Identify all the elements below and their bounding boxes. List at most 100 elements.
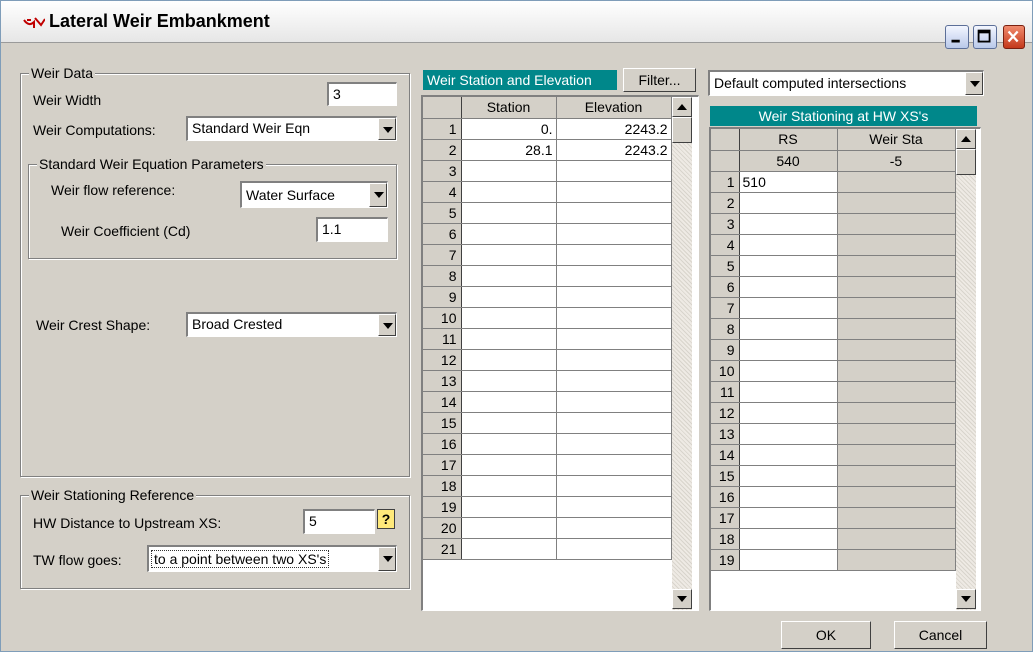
table-row[interactable]: 15 — [711, 465, 956, 487]
table-row[interactable]: 17 — [711, 507, 956, 529]
table-row[interactable]: 8 — [711, 318, 956, 340]
station-cell[interactable] — [461, 412, 557, 434]
elevation-cell[interactable] — [556, 181, 672, 203]
table-row[interactable]: 1 0. 2243.2 — [423, 118, 672, 140]
elevation-cell[interactable] — [556, 433, 672, 455]
cancel-button[interactable]: Cancel — [894, 621, 987, 649]
flow-reference-select[interactable]: Water Surface — [240, 181, 388, 208]
station-cell[interactable] — [461, 286, 557, 308]
hw-distance-input[interactable]: 5 — [303, 509, 375, 534]
station-cell[interactable] — [461, 475, 557, 497]
weir-sta-cell[interactable] — [837, 402, 956, 424]
elevation-cell[interactable] — [556, 223, 672, 245]
weir-sta-cell[interactable] — [837, 360, 956, 382]
station-elevation-table[interactable]: Station Elevation 1 0. 2243.2 2 28.1 2243.2 3 4 5 6… — [421, 95, 699, 611]
station-elevation-scrollbar[interactable] — [672, 97, 692, 610]
rs-cell[interactable] — [739, 402, 838, 424]
scroll-up-icon[interactable] — [672, 97, 692, 117]
chevron-down-icon[interactable] — [369, 183, 387, 207]
elevation-cell[interactable] — [556, 496, 672, 518]
table-row[interactable]: 12 — [423, 349, 672, 371]
station-cell[interactable] — [461, 349, 557, 371]
table-row[interactable]: 9 — [423, 286, 672, 308]
help-icon[interactable]: ? — [377, 509, 395, 529]
weir-sta-cell[interactable] — [837, 465, 956, 487]
station-cell[interactable] — [461, 454, 557, 476]
tw-flow-select[interactable]: to a point between two XS's — [147, 545, 397, 572]
rs-cell[interactable] — [739, 465, 838, 487]
elevation-cell[interactable] — [556, 160, 672, 182]
table-row[interactable]: 2 28.1 2243.2 — [423, 139, 672, 161]
rs-cell[interactable] — [739, 528, 838, 550]
elevation-cell[interactable] — [556, 412, 672, 434]
weir-sta-cell[interactable] — [837, 507, 956, 529]
table-row[interactable]: 19 — [711, 549, 956, 571]
station-cell[interactable] — [461, 265, 557, 287]
intersection-mode-select[interactable]: Default computed intersections — [708, 70, 984, 96]
rs-cell[interactable] — [739, 318, 838, 340]
weir-sta-cell[interactable] — [837, 276, 956, 298]
rs-cell[interactable] — [739, 255, 838, 277]
elevation-cell[interactable] — [556, 202, 672, 224]
table-row[interactable]: 18 — [423, 475, 672, 497]
weir-coefficient-input[interactable]: 1.1 — [316, 217, 388, 242]
ok-button[interactable]: OK — [781, 621, 871, 649]
table-row[interactable]: 16 — [711, 486, 956, 508]
station-cell[interactable] — [461, 391, 557, 413]
weir-sta-cell[interactable] — [837, 318, 956, 340]
station-cell[interactable] — [461, 181, 557, 203]
station-cell[interactable] — [461, 202, 557, 224]
weir-sta-cell[interactable] — [837, 192, 956, 214]
elevation-cell[interactable] — [556, 349, 672, 371]
elevation-cell[interactable] — [556, 328, 672, 350]
weir-sta-cell[interactable] — [837, 549, 956, 571]
table-row[interactable]: 11 — [711, 381, 956, 403]
rs-cell[interactable] — [739, 486, 838, 508]
weir-sta-cell[interactable] — [837, 339, 956, 361]
chevron-down-icon[interactable] — [378, 547, 396, 571]
elevation-cell[interactable] — [556, 475, 672, 497]
hw-stationing-table[interactable]: RS Weir Sta 540 -5 1 510 2 3 4 5 6 7 8 9 10 11 12 13 14 15 1… — [709, 127, 981, 611]
scroll-thumb[interactable] — [672, 117, 692, 143]
table-row[interactable]: 5 — [711, 255, 956, 277]
rs-cell[interactable] — [739, 339, 838, 361]
weir-sta-cell[interactable] — [837, 171, 956, 193]
table-row[interactable]: 17 — [423, 454, 672, 476]
table-row[interactable]: 1 510 — [711, 171, 956, 193]
scroll-thumb[interactable] — [956, 149, 976, 175]
table-row[interactable]: 7 — [423, 244, 672, 266]
rs-cell[interactable] — [739, 360, 838, 382]
elevation-cell[interactable] — [556, 517, 672, 539]
station-cell[interactable] — [461, 517, 557, 539]
station-cell[interactable]: 28.1 — [461, 139, 557, 161]
weir-computations-select[interactable]: Standard Weir Eqn — [186, 116, 397, 141]
rs-cell[interactable] — [739, 423, 838, 445]
rs-cell[interactable] — [739, 234, 838, 256]
elevation-cell[interactable] — [556, 538, 672, 560]
weir-sta-cell[interactable] — [837, 213, 956, 235]
table-row[interactable]: 10 — [423, 307, 672, 329]
station-cell[interactable] — [461, 223, 557, 245]
scroll-down-icon[interactable] — [672, 589, 692, 609]
table-row[interactable]: 20 — [423, 517, 672, 539]
station-cell[interactable] — [461, 538, 557, 560]
table-row[interactable]: 21 — [423, 538, 672, 560]
table-row[interactable]: 8 — [423, 265, 672, 287]
maximize-button[interactable] — [973, 25, 997, 49]
table-row[interactable]: 19 — [423, 496, 672, 518]
table-row[interactable]: 3 — [423, 160, 672, 182]
elevation-cell[interactable] — [556, 454, 672, 476]
rs-cell[interactable]: 510 — [739, 171, 838, 193]
crest-shape-select[interactable]: Broad Crested — [186, 312, 397, 337]
elevation-cell[interactable] — [556, 391, 672, 413]
weir-sta-cell[interactable] — [837, 297, 956, 319]
table-row[interactable]: 15 — [423, 412, 672, 434]
station-cell[interactable] — [461, 328, 557, 350]
elevation-cell[interactable]: 2243.2 — [556, 139, 672, 161]
table-row[interactable]: 6 — [711, 276, 956, 298]
weir-sta-cell[interactable] — [837, 423, 956, 445]
chevron-down-icon[interactable] — [378, 118, 396, 140]
weir-sta-cell[interactable] — [837, 255, 956, 277]
rs-cell[interactable] — [739, 192, 838, 214]
weir-width-input[interactable]: 3 — [327, 82, 397, 106]
